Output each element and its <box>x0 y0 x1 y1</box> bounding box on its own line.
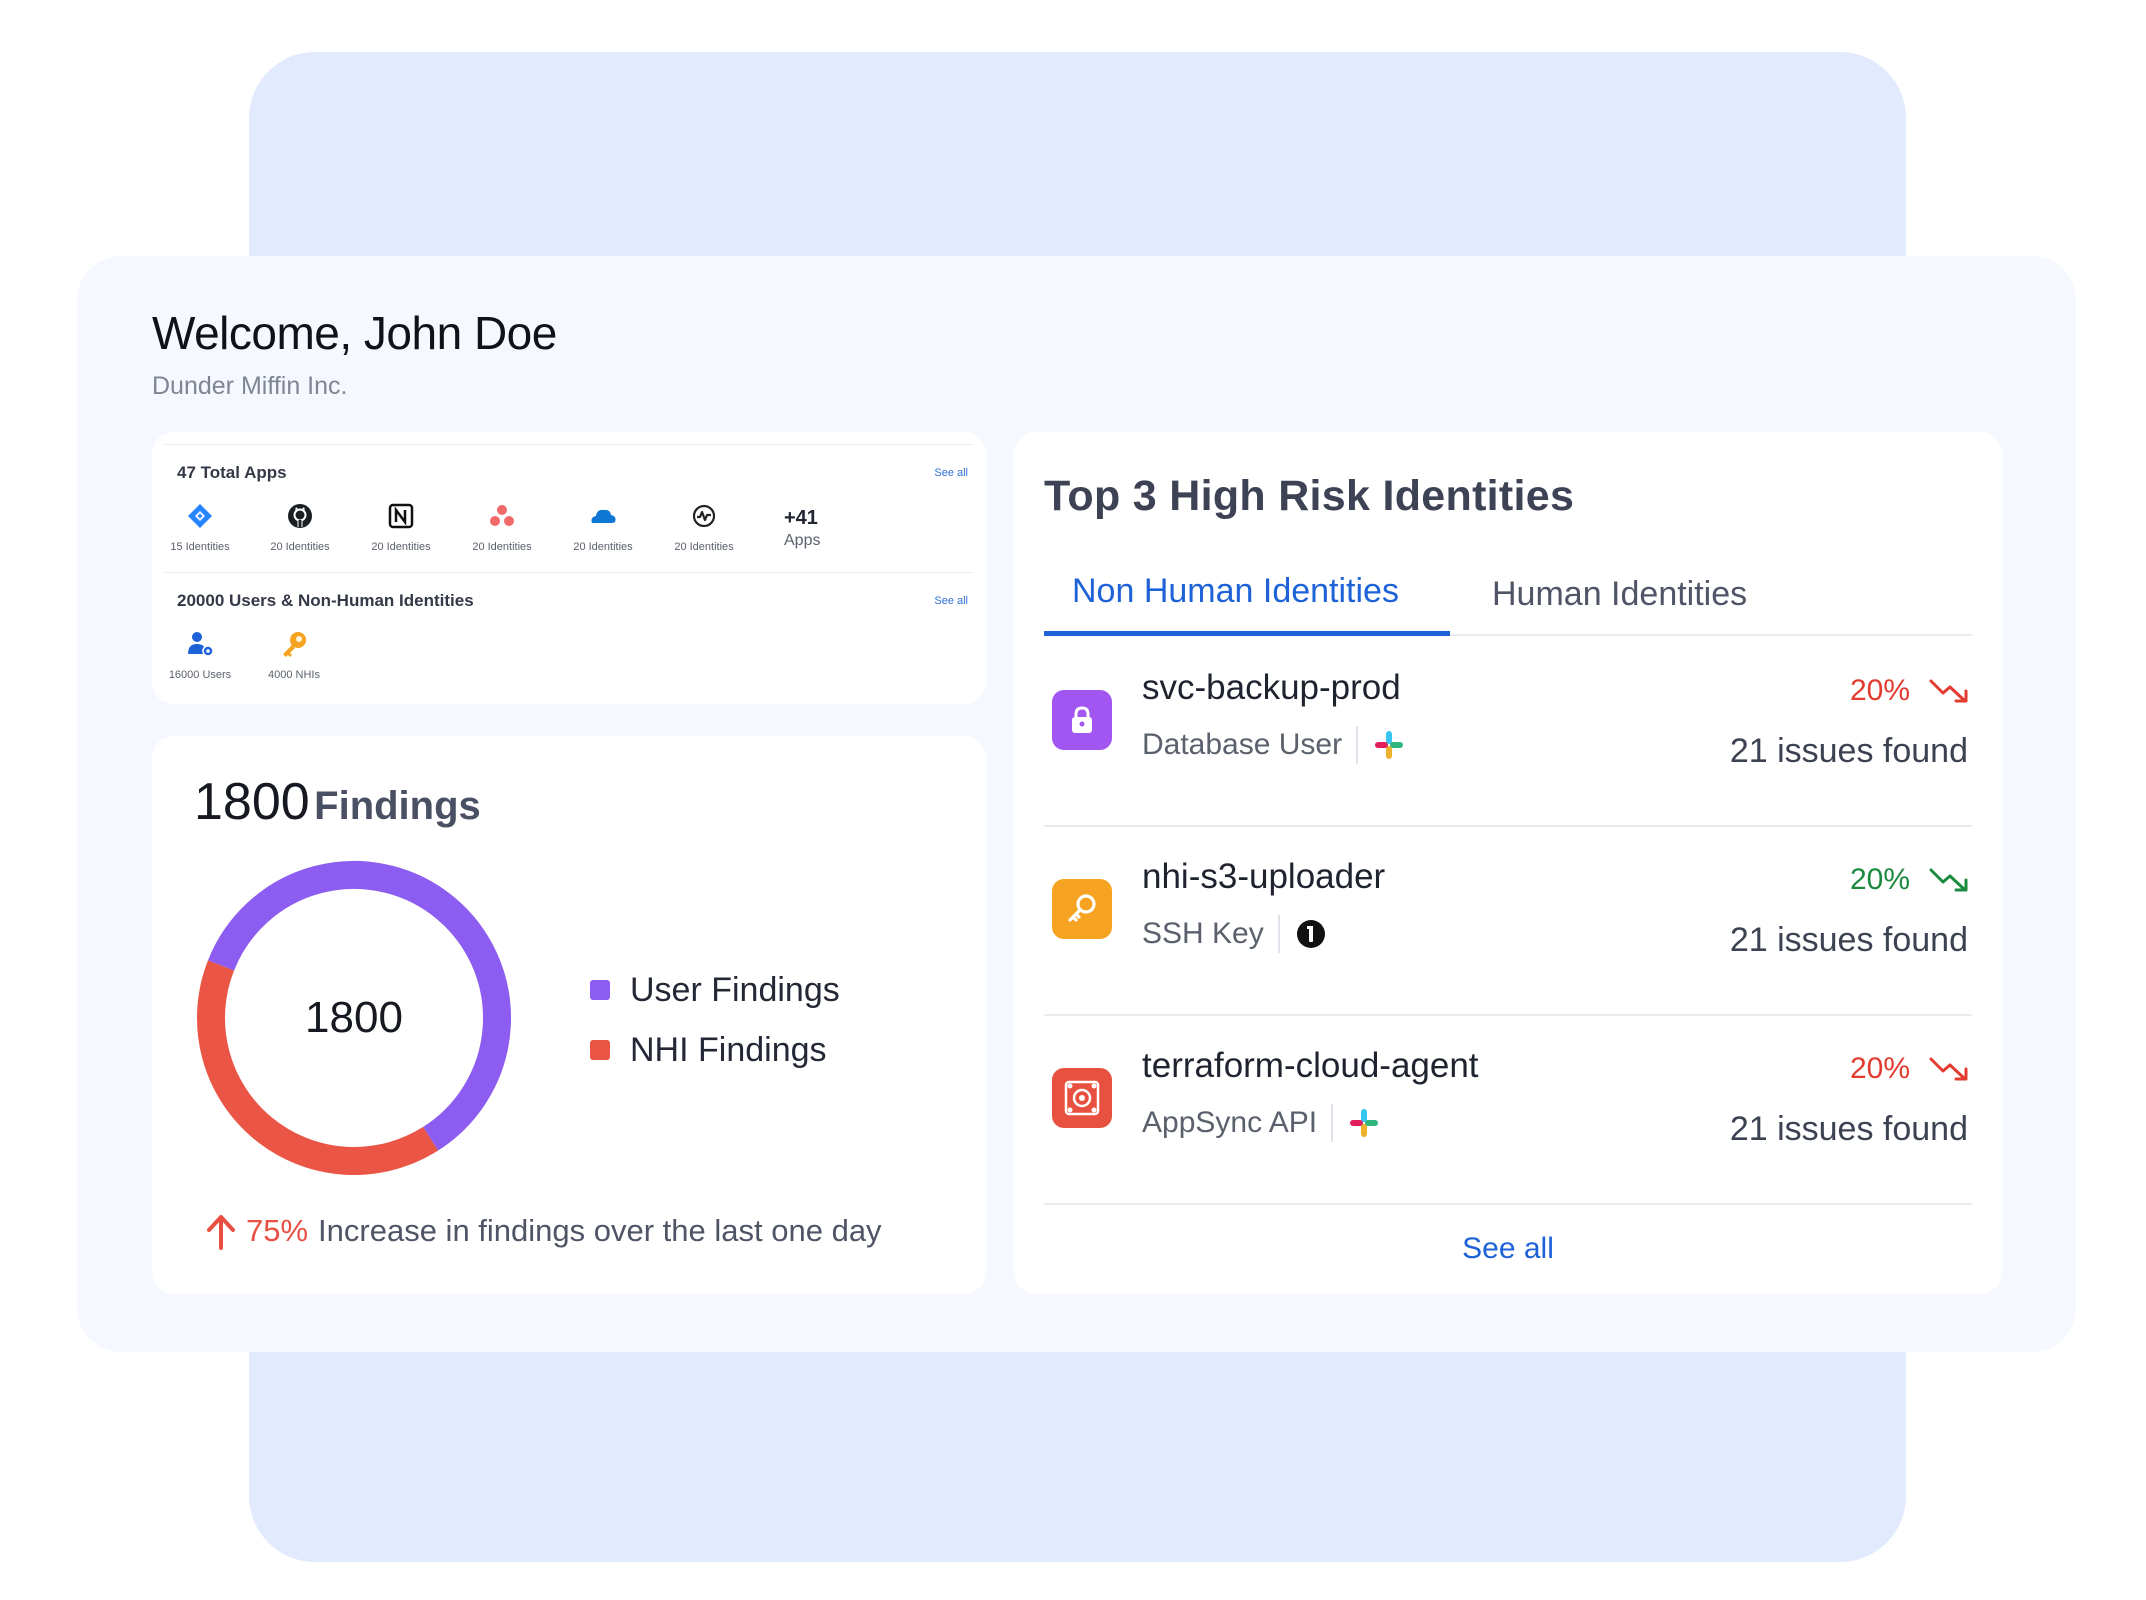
identity-name: terraform-cloud-agent <box>1142 1046 1479 1085</box>
identity-meta: AppSync API <box>1142 1102 1381 1144</box>
apps-panel: 47 Total Apps See all 15 Identities 20 I… <box>152 432 986 704</box>
findings-increase: 75% Increase in findings over the last o… <box>204 1212 882 1250</box>
identity-tabs: Non Human Identities Human Identities <box>1044 552 1972 636</box>
slack-icon <box>1350 1109 1379 1137</box>
app-identities-label: 15 Identities <box>170 541 230 553</box>
divider <box>1331 1104 1334 1142</box>
welcome-title: Welcome, John Doe <box>152 307 557 359</box>
app-identities-label: 20 Identities <box>573 541 633 553</box>
total-apps-title: 47 Total Apps <box>177 463 287 482</box>
key-icon <box>1052 879 1112 939</box>
risk-percent: 20% <box>1849 1052 1910 1085</box>
legend-label: NHI Findings <box>630 1030 827 1069</box>
nhi-key-icon <box>283 632 306 657</box>
divider <box>1277 915 1280 953</box>
app-item-heartbeat[interactable]: 20 Identities <box>656 501 752 553</box>
lock-icon <box>1052 690 1112 750</box>
apps-see-all-link[interactable]: See all <box>934 467 968 479</box>
app-identities-label: 20 Identities <box>674 541 734 553</box>
identities-see-all-link[interactable]: See all <box>934 595 968 607</box>
identity-count-label: 16000 Users <box>168 669 232 681</box>
identity-count-label: 4000 NHIs <box>268 669 320 681</box>
findings-word: Findings <box>314 784 481 828</box>
trend-down-red-icon <box>1929 679 1968 703</box>
app-identities-label: 20 Identities <box>270 541 330 553</box>
legend-label: User Findings <box>630 970 840 1009</box>
app-item-onedrive[interactable]: 20 Identities <box>555 501 651 553</box>
issues-count: 21 issues found <box>1729 921 1968 959</box>
app-item-github[interactable]: 20 Identities <box>252 501 348 553</box>
legend-swatch <box>590 980 610 1000</box>
app-item-jira[interactable]: 15 Identities <box>152 501 248 553</box>
donut-center-value: 1800 <box>305 993 403 1042</box>
risk-percent: 20% <box>1849 863 1910 896</box>
risk-row[interactable]: terraform-cloud-agent AppSync API 20% 21… <box>1044 1016 1972 1205</box>
app-identities-label: 20 Identities <box>371 541 431 553</box>
risk-row[interactable]: nhi-s3-uploader SSH Key 20% 21 issues fo… <box>1044 827 1972 1016</box>
trend-down-green-icon <box>1929 868 1968 892</box>
identity-meta: Database User <box>1142 724 1406 766</box>
identity-item-nhis[interactable]: 4000 NHIs <box>246 629 342 681</box>
risk-row[interactable]: svc-backup-prod Database User 20% 21 iss… <box>1044 638 1972 827</box>
high-risk-panel: Top 3 High Risk Identities Non Human Ide… <box>1014 432 2002 1294</box>
app-identities-label: 20 Identities <box>472 541 532 553</box>
findings-panel: 1800 Findings 1800 User Findings NHI Fin… <box>152 736 986 1294</box>
company-name: Dunder Miffin Inc. <box>152 372 348 400</box>
onedrive-icon <box>591 509 616 523</box>
identities-section: 20000 Users & Non-Human Identities See a… <box>164 572 974 696</box>
issues-count: 21 issues found <box>1729 1110 1968 1148</box>
jira-icon <box>188 504 212 528</box>
onepassword-icon <box>1296 920 1325 948</box>
divider <box>1356 726 1359 764</box>
risk-percent: 20% <box>1849 674 1910 707</box>
users-icon <box>188 632 214 657</box>
risk-see-all-link[interactable]: See all <box>1014 1232 2002 1266</box>
legend-item-nhi-findings[interactable]: NHI Findings <box>590 1020 840 1080</box>
high-risk-title: Top 3 High Risk Identities <box>1044 472 1575 520</box>
tab-non-human-identities[interactable]: Non Human Identities <box>1044 552 1450 636</box>
more-apps-count: +41 <box>784 507 818 529</box>
increase-percent: 75% <box>246 1213 309 1248</box>
identity-item-users[interactable]: 16000 Users <box>152 629 248 681</box>
slack-icon <box>1375 731 1404 759</box>
more-apps-label: Apps <box>784 532 821 549</box>
issues-count: 21 issues found <box>1729 732 1968 770</box>
identity-type: Database User <box>1142 728 1343 761</box>
app-item-notion[interactable]: 20 Identities <box>353 501 449 553</box>
arrow-up-icon <box>207 1215 235 1250</box>
identities-title: 20000 Users & Non-Human Identities <box>177 591 474 610</box>
identity-meta: SSH Key <box>1142 913 1328 955</box>
legend-swatch <box>590 1040 610 1060</box>
asana-icon <box>490 505 514 526</box>
trend-down-red-icon <box>1929 1057 1968 1081</box>
app-item-asana[interactable]: 20 Identities <box>454 501 550 553</box>
github-icon <box>288 504 312 528</box>
findings-heading: 1800 Findings <box>194 772 481 832</box>
identity-type: AppSync API <box>1142 1106 1318 1139</box>
total-apps-section: 47 Total Apps See all 15 Identities 20 I… <box>164 444 974 570</box>
identity-name: nhi-s3-uploader <box>1142 857 1386 896</box>
findings-total: 1800 <box>194 773 310 831</box>
increase-text: Increase in findings over the last one d… <box>318 1213 882 1248</box>
legend-item-user-findings[interactable]: User Findings <box>590 960 840 1020</box>
more-apps-button[interactable]: +41 Apps <box>784 507 820 550</box>
identity-type: SSH Key <box>1142 917 1264 950</box>
heartbeat-icon <box>692 504 716 528</box>
notion-icon <box>388 503 414 529</box>
findings-legend: User Findings NHI Findings <box>590 960 840 1080</box>
identity-name: svc-backup-prod <box>1142 668 1401 707</box>
api-icon <box>1052 1068 1112 1128</box>
tab-human-identities[interactable]: Human Identities <box>1464 552 1775 636</box>
